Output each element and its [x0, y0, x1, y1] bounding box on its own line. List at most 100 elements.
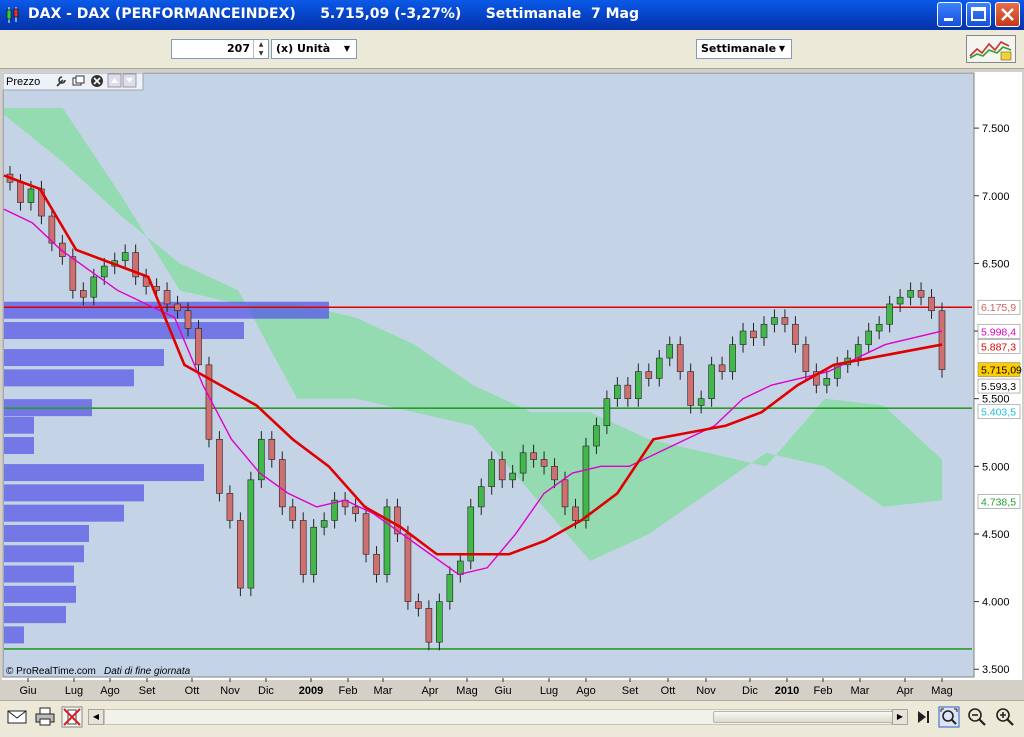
indicator-chart-icon — [969, 40, 1012, 61]
candle-bearish — [551, 466, 558, 481]
chevron-down-icon: ▼ — [343, 44, 351, 53]
close-panel-icon[interactable] — [91, 75, 103, 87]
candle-bullish — [477, 486, 485, 508]
volume-profile-bar — [4, 565, 74, 583]
candle-bearish — [781, 317, 789, 325]
x-tick-label: Lug — [540, 685, 558, 697]
candle-bearish — [69, 256, 77, 291]
volume-profile-bar — [4, 626, 24, 644]
candle-bullish — [666, 344, 674, 359]
units-spinner[interactable]: ▲ ▼ — [253, 40, 268, 58]
minimize-button[interactable] — [937, 2, 962, 27]
units-quantity-input[interactable]: 207 ▲ ▼ — [171, 39, 269, 59]
units-type-value: (x) Unità — [276, 42, 331, 55]
move-down-icon[interactable] — [122, 73, 137, 88]
volume-profile-bar — [4, 545, 84, 563]
candle-bearish — [278, 459, 286, 508]
volume-profile-bar — [4, 369, 134, 387]
price-label: 5.715,09 — [981, 365, 1022, 377]
scroll-end-icon[interactable] — [912, 706, 934, 728]
close-icon — [1001, 8, 1014, 21]
price-label: 5.593,3 — [981, 381, 1016, 393]
x-tick-label: Set — [139, 685, 156, 697]
candle-bullish — [614, 384, 621, 399]
volume-profile-bar — [4, 464, 204, 482]
disabled-tool-icon[interactable] — [61, 706, 83, 728]
mail-icon[interactable] — [6, 706, 28, 728]
volume-profile-bar — [4, 585, 76, 603]
x-tick-label: Mag — [456, 685, 477, 697]
candle-bullish — [582, 445, 590, 521]
time-scrollbar[interactable] — [104, 709, 903, 725]
candle-bearish — [17, 181, 24, 203]
y-tick-label: 5.000 — [982, 461, 1010, 473]
scrollbar-thumb[interactable] — [713, 711, 903, 723]
volume-profile-bar — [4, 606, 66, 624]
copyright-text: © ProRealTime.com — [6, 666, 96, 677]
candle-bullish — [760, 323, 768, 339]
candle-bullish — [729, 344, 736, 372]
candle-bearish — [373, 553, 380, 575]
maximize-button[interactable] — [966, 2, 991, 27]
candle-bullish — [446, 574, 454, 602]
candle-bullish — [907, 290, 914, 298]
candle-bearish — [404, 533, 412, 602]
minimize-icon — [944, 18, 953, 21]
units-type-select[interactable]: (x) Unità ▼ — [271, 39, 357, 59]
candle-bearish — [352, 506, 359, 514]
price-label: 5.998,4 — [981, 326, 1016, 338]
price-chart[interactable]: 7.5007.0006.5006.0005.5005.0004.5004.000… — [2, 72, 1022, 697]
price-label: 5.403,5 — [981, 407, 1016, 419]
y-tick-label: 7.500 — [982, 123, 1010, 135]
y-tick-label: 4.500 — [982, 529, 1010, 541]
x-tick-label: Mar — [374, 685, 393, 697]
data-note-text: Dati di fine giornata — [104, 666, 191, 677]
y-tick-label: 6.500 — [982, 258, 1010, 270]
candle-bearish — [718, 364, 726, 372]
candle-bearish — [268, 438, 276, 460]
candle-bearish — [676, 344, 684, 372]
y-tick-label: 7.000 — [982, 191, 1010, 203]
zoom-out-icon[interactable] — [966, 706, 988, 728]
x-tick-label: 2010 — [775, 685, 799, 697]
candle-bullish — [436, 601, 443, 643]
chart-canvas[interactable]: 7.5007.0006.5006.0005.5005.0004.5004.000… — [2, 72, 1022, 680]
x-tick-label: Dic — [742, 685, 758, 697]
x-tick-label: Ott — [661, 685, 676, 697]
candle-bullish — [823, 378, 831, 386]
zoom-in-icon[interactable] — [994, 706, 1016, 728]
scroll-right-button[interactable]: ▶ — [892, 709, 908, 725]
indicators-button[interactable] — [966, 35, 1016, 63]
volume-profile-bar — [4, 349, 164, 367]
price-label: 5.887,3 — [981, 341, 1016, 353]
x-tick-label: Giu — [494, 685, 511, 697]
x-tick-label: Ott — [185, 685, 200, 697]
candle-bullish — [100, 265, 108, 278]
candle-bullish — [310, 526, 317, 575]
volume-profile-bar — [4, 504, 124, 522]
volume-profile-bar — [4, 416, 34, 434]
x-tick-label: Mag — [931, 685, 952, 697]
candle-bullish — [886, 303, 893, 325]
scroll-left-button[interactable]: ◀ — [88, 709, 104, 725]
zoom-area-icon[interactable] — [938, 706, 960, 728]
period-label: Settimanale — [485, 6, 582, 22]
candle-bearish — [184, 310, 192, 329]
arrow-left-icon: ◀ — [92, 712, 100, 721]
print-icon[interactable] — [34, 706, 56, 728]
x-axis: Giu Lug Ago Set Ott Nov Dic 2009 Feb Mar Apr Mag Giu… — [19, 678, 953, 697]
app-candlestick-icon — [6, 7, 19, 23]
candle-bullish — [739, 330, 747, 345]
timeframe-select[interactable]: Settimanale ▼ — [696, 39, 792, 59]
candle-bullish — [509, 472, 516, 481]
instrument-name: DAX - DAX (PERFORMANCEINDEX) — [28, 6, 296, 22]
candle-bullish — [708, 364, 715, 399]
candle-bearish — [792, 323, 799, 345]
candle-bullish — [90, 276, 98, 298]
x-tick-label: Dic — [258, 685, 274, 697]
volume-profile-bar — [4, 484, 144, 502]
candle-bearish — [917, 290, 925, 298]
close-window-button[interactable] — [995, 2, 1020, 27]
move-up-icon[interactable] — [107, 73, 122, 88]
volume-profile-bar — [4, 322, 244, 340]
